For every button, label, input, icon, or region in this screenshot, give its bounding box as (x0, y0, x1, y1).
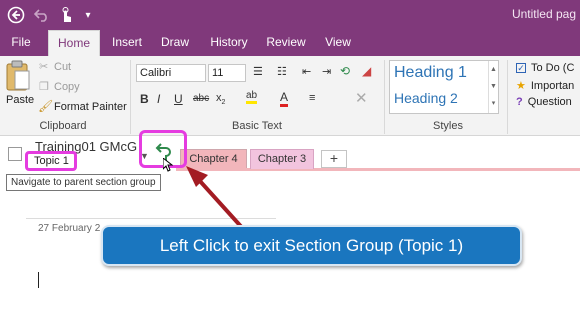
callout-box: Left Click to exit Section Group (Topic … (101, 225, 522, 266)
